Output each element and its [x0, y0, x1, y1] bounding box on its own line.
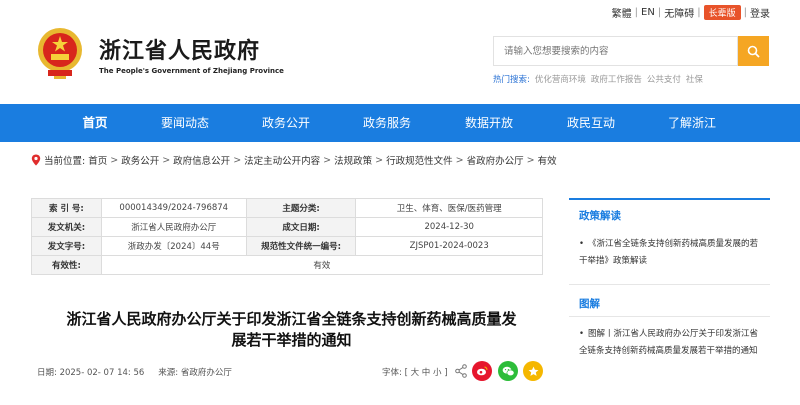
breadcrumb: 当前位置: 首页 > 政务公开 > 政府信息公开 > 法定主动公开内容 > 法规… — [31, 153, 557, 167]
breadcrumb-item[interactable]: 政府信息公开 — [173, 153, 230, 167]
breadcrumb-separator: > — [110, 154, 119, 166]
font-size-switcher[interactable]: 字体: [ 大 中 小 ] — [382, 366, 448, 378]
meta-key: 发文字号: — [31, 236, 102, 256]
meta-value: 卫生、体育、医保/医药管理 — [355, 198, 543, 218]
table-row: 索 引 号: 000014349/2024-796874 主题分类: 卫生、体育… — [31, 198, 543, 218]
sidebar-section-title[interactable]: 图解 — [569, 288, 770, 316]
meta-key: 发文机关: — [31, 217, 102, 237]
article-source: 来源: 省政府办公厅 — [158, 368, 232, 378]
hot-search-term[interactable]: 公共支付 — [647, 73, 681, 85]
breadcrumb-separator: > — [323, 154, 332, 166]
article-title-line: 浙江省人民政府办公厅关于印发浙江省全链条支持创新药械高质量发 — [66, 310, 517, 328]
meta-value: 000014349/2024-796874 — [100, 198, 247, 218]
hot-search-term[interactable]: 社保 — [686, 73, 703, 85]
search-icon — [747, 45, 760, 58]
traditional-chinese-link[interactable]: 繁體 — [612, 5, 632, 20]
breadcrumb-label: 当前位置: — [44, 156, 86, 167]
bullet: • — [579, 329, 585, 339]
english-link[interactable]: EN — [641, 7, 655, 18]
divider — [569, 284, 770, 285]
bullet: • — [579, 239, 585, 249]
nav-gov-services[interactable]: 政务服务 — [360, 104, 414, 142]
breadcrumb-separator: > — [375, 154, 384, 166]
nav-data-open[interactable]: 数据开放 — [462, 104, 516, 142]
breadcrumb-item[interactable]: 首页 — [88, 153, 107, 167]
divider: | — [697, 7, 701, 18]
meta-value: 浙江省人民政府办公厅 — [100, 217, 247, 237]
hot-search-term[interactable]: 优化营商环境 — [535, 73, 586, 85]
meta-value: ZJSP01-2024-0023 — [355, 236, 543, 256]
breadcrumb-item[interactable]: 政务公开 — [121, 153, 159, 167]
meta-key: 成文日期: — [245, 217, 357, 237]
meta-value: 有效 — [100, 255, 544, 275]
sidebar-link[interactable]: 《浙江省全链条支持创新药械高质量发展的若干举措》政策解读 — [579, 239, 758, 266]
sidebar-graphic-interpretation: 图解 • 图解丨浙江省人民政府办公厅关于印发浙江省全链条支持创新药械高质量发展若干… — [569, 288, 770, 360]
wechat-share-button[interactable] — [498, 361, 518, 381]
wechat-icon — [502, 366, 514, 376]
hot-search-term[interactable]: 政府工作报告 — [591, 73, 642, 85]
breadcrumb-separator: > — [233, 154, 242, 166]
search-input[interactable] — [493, 36, 738, 66]
top-utility-bar: 繁體 | EN | 无障碍 | 长辈版 | 登录 — [0, 0, 800, 22]
breadcrumb-item[interactable]: 行政规范性文件 — [386, 153, 453, 167]
meta-key: 主题分类: — [245, 198, 357, 218]
meta-key: 有效性: — [31, 255, 102, 275]
share-icon[interactable] — [455, 364, 467, 378]
meta-key: 索 引 号: — [31, 198, 102, 218]
breadcrumb-item[interactable]: 法规政策 — [334, 153, 372, 167]
weibo-icon — [477, 366, 488, 376]
utility-links: 繁體 | EN | 无障碍 | 长辈版 | 登录 — [612, 5, 770, 20]
site-header: 浙江省人民政府 The People's Government of Zheji… — [0, 22, 800, 104]
favorite-button[interactable] — [523, 361, 543, 381]
location-pin-icon — [31, 154, 41, 166]
divider: | — [743, 7, 747, 18]
divider — [569, 316, 770, 317]
table-row: 有效性: 有效 — [31, 255, 544, 275]
hot-search-label: 热门搜索: — [493, 75, 530, 85]
weibo-share-button[interactable] — [472, 361, 492, 381]
meta-value: 2024-12-30 — [355, 217, 543, 237]
sidebar-list-item[interactable]: • 图解丨浙江省人民政府办公厅关于印发浙江省全链条支持创新药械高质量发展若干举措的… — [569, 316, 770, 360]
star-icon — [528, 366, 538, 376]
breadcrumb-separator: > — [162, 154, 171, 166]
search-button[interactable] — [738, 36, 769, 66]
nav-home[interactable]: 首页 — [78, 104, 112, 142]
sidebar-policy-interpretation: 政策解读 • 《浙江省全链条支持创新药械高质量发展的若干举措》政策解读 — [569, 198, 770, 270]
meta-key: 规范性文件统一编号: — [245, 236, 357, 256]
hot-search-bar: 热门搜索: 优化营商环境 政府工作报告 公共支付 社保 — [493, 73, 703, 85]
site-subtitle: The People's Government of Zhejiang Prov… — [99, 67, 284, 75]
site-title[interactable]: 浙江省人民政府 — [99, 33, 260, 65]
elder-mode-button[interactable]: 长辈版 — [703, 5, 741, 20]
accessibility-link[interactable]: 无障碍 — [664, 5, 694, 20]
nav-about-zhejiang[interactable]: 了解浙江 — [665, 104, 719, 142]
article-info: 日期: 2025- 02- 07 14: 56 来源: 省政府办公厅 — [37, 366, 232, 378]
article-title: 浙江省人民政府办公厅关于印发浙江省全链条支持创新药械高质量发 展若干举措的通知 — [31, 309, 552, 351]
document-metadata-table: 索 引 号: 000014349/2024-796874 主题分类: 卫生、体育… — [31, 198, 544, 275]
national-emblem-icon — [38, 28, 82, 79]
table-row: 发文机关: 浙江省人民政府办公厅 成文日期: 2024-12-30 — [31, 217, 543, 237]
table-row: 发文字号: 浙政办发〔2024〕44号 规范性文件统一编号: ZJSP01-20… — [31, 236, 543, 256]
divider: | — [634, 7, 639, 18]
breadcrumb-item[interactable]: 法定主动公开内容 — [244, 153, 320, 167]
publish-date: 日期: 2025- 02- 07 14: 56 — [37, 368, 145, 378]
breadcrumb-separator: > — [526, 154, 535, 166]
breadcrumb-separator: > — [455, 154, 464, 166]
article-title-line: 展若干举措的通知 — [231, 331, 352, 349]
breadcrumb-item[interactable]: 有效 — [538, 153, 557, 167]
main-nav: 首页 要闻动态 政务公开 政务服务 数据开放 政民互动 了解浙江 — [0, 104, 800, 142]
login-link[interactable]: 登录 — [750, 5, 770, 20]
meta-value: 浙政办发〔2024〕44号 — [100, 236, 247, 256]
nav-interaction[interactable]: 政民互动 — [564, 104, 618, 142]
nav-news[interactable]: 要闻动态 — [158, 104, 212, 142]
breadcrumb-item[interactable]: 省政府办公厅 — [467, 153, 524, 167]
divider: | — [657, 7, 662, 18]
nav-gov-affairs-open[interactable]: 政务公开 — [259, 104, 313, 142]
sidebar-section-title[interactable]: 政策解读 — [569, 198, 770, 226]
sidebar-list-item[interactable]: • 《浙江省全链条支持创新药械高质量发展的若干举措》政策解读 — [569, 226, 770, 270]
sidebar-link[interactable]: 图解丨浙江省人民政府办公厅关于印发浙江省全链条支持创新药械高质量发展若干举措的通… — [579, 329, 758, 356]
